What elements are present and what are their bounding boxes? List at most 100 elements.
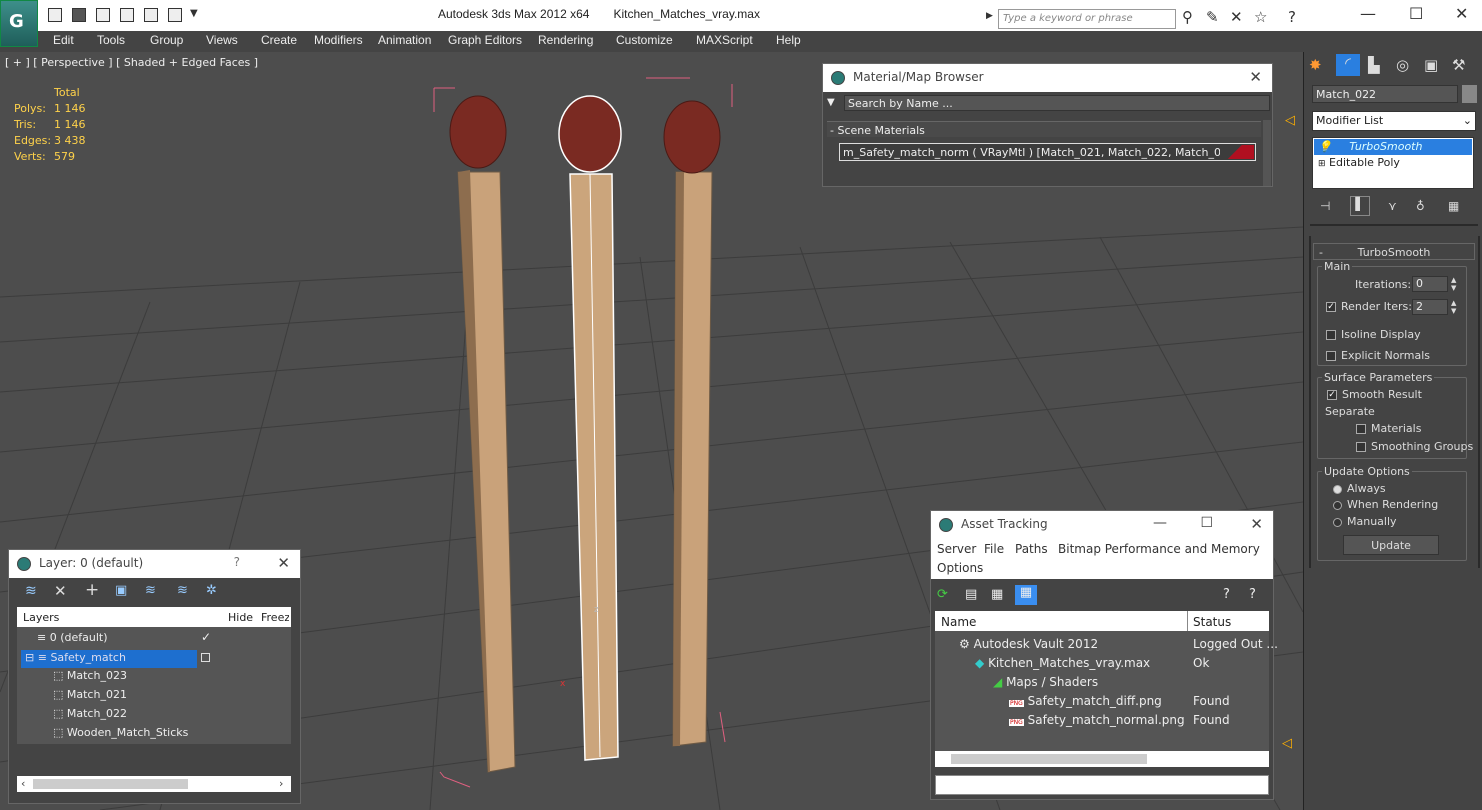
save-icon[interactable] [72, 8, 86, 22]
close-icon[interactable]: ✕ [1249, 68, 1262, 86]
new-layer-icon[interactable]: ≋ [25, 583, 37, 599]
create-tab-icon[interactable]: ✸ [1309, 56, 1322, 74]
motion-tab-icon[interactable]: ◎ [1396, 56, 1409, 74]
layer-row[interactable]: ≡ 0 (default) [37, 631, 108, 644]
material-search-input[interactable]: Search by Name ... [844, 95, 1270, 111]
menu-rendering[interactable]: Rendering [538, 33, 593, 47]
menu-customize[interactable]: Customize [616, 33, 673, 47]
table-view-icon[interactable]: ▦ [1015, 585, 1037, 605]
menu-graph-editors[interactable]: Graph Editors [448, 33, 522, 47]
render-iters-spinner[interactable]: 2 [1412, 299, 1448, 315]
current-layer-icon[interactable] [201, 653, 210, 662]
minimize-button[interactable]: — [1153, 515, 1167, 531]
when-rendering-radio[interactable] [1333, 500, 1342, 510]
refresh-icon[interactable]: ⟳ [937, 587, 948, 602]
scrollbar[interactable] [1263, 120, 1271, 186]
materials-checkbox[interactable] [1356, 424, 1366, 434]
open-icon[interactable] [48, 8, 62, 22]
explicit-normals-row[interactable]: Explicit Normals [1326, 349, 1430, 362]
menu-icon[interactable]: ▼ [827, 97, 835, 108]
wrench-icon[interactable]: ✎ [1206, 8, 1219, 26]
viewport-label[interactable]: [ + ] [ Perspective ] [ Shaded + Edged F… [5, 56, 258, 69]
layer-row-selected[interactable]: ⊟ ≡ Safety_match [21, 650, 197, 668]
materials-row[interactable]: Materials [1356, 422, 1421, 435]
scroll-left-icon[interactable]: ‹ [21, 777, 25, 790]
asset-path-field[interactable] [935, 775, 1269, 795]
menu-tools[interactable]: Tools [97, 33, 125, 47]
menu-options[interactable]: Options [937, 561, 983, 575]
smoothing-groups-checkbox[interactable] [1356, 442, 1366, 452]
rollout-turbosmooth[interactable]: - TurboSmooth [1313, 243, 1475, 260]
layer-row[interactable]: ⬚ Match_022 [53, 707, 127, 720]
menu-help[interactable]: Help [776, 33, 801, 47]
asset-row[interactable]: ◢ Maps / Shaders [993, 675, 1098, 689]
spinner-arrows-icon[interactable]: ▲ ▼ [1451, 299, 1456, 315]
maximize-button[interactable]: ☐ [1409, 4, 1423, 23]
render-iters-checkbox[interactable]: ✓ [1326, 302, 1336, 312]
freeze-all-icon[interactable]: ✲ [206, 583, 217, 598]
close-icon[interactable]: ✕ [277, 554, 290, 572]
col-layers[interactable]: Layers [23, 611, 59, 624]
modify-tab-icon[interactable]: ◜ [1336, 54, 1360, 76]
smooth-result-row[interactable]: ✓ Smooth Result [1327, 388, 1422, 401]
material-entry[interactable]: m_Safety_match_norm ( VRayMtl ) [Match_0… [839, 143, 1256, 161]
pin-stack-icon[interactable]: ⊣ [1320, 199, 1330, 213]
menu-file[interactable]: File [984, 542, 1004, 556]
scene-materials-header[interactable]: - Scene Materials [827, 121, 1261, 137]
scrollbar-thumb[interactable] [33, 779, 188, 789]
expand-icon[interactable]: ▶ [986, 11, 993, 21]
modifier-list-dropdown[interactable]: Modifier List ⌄ [1312, 111, 1476, 131]
help-icon[interactable]: ? [1288, 8, 1296, 26]
col-freeze[interactable]: Freeze [261, 611, 289, 624]
stack-item-editable-poly[interactable]: ⊞ Editable Poly [1318, 156, 1400, 169]
make-unique-icon[interactable]: ⋎ [1388, 199, 1397, 213]
add-to-layer-icon[interactable]: + [85, 580, 99, 600]
manually-row[interactable]: Manually [1333, 515, 1397, 528]
render-iters-row[interactable]: ✓ Render Iters: [1326, 300, 1412, 313]
menu-modifiers[interactable]: Modifiers [314, 33, 363, 47]
hierarchy-tab-icon[interactable]: ▙ [1368, 56, 1380, 74]
scroll-right-icon[interactable]: › [279, 777, 283, 790]
col-status[interactable]: Status [1193, 615, 1231, 629]
menu-animation[interactable]: Animation [378, 33, 431, 47]
explicit-normals-checkbox[interactable] [1326, 351, 1336, 361]
display-tab-icon[interactable]: ▣ [1424, 56, 1438, 74]
show-end-result-icon[interactable]: ▌ [1350, 196, 1370, 216]
isoline-row[interactable]: Isoline Display [1326, 328, 1421, 341]
asset-row[interactable]: ⚙ Autodesk Vault 2012 [959, 637, 1098, 651]
menu-bitmap[interactable]: Bitmap Performance and Memory [1058, 542, 1260, 556]
menu-paths[interactable]: Paths [1015, 542, 1048, 556]
menu-views[interactable]: Views [206, 33, 238, 47]
binoculars-icon[interactable]: ⚲ [1182, 8, 1193, 26]
delete-layer-icon[interactable]: ✕ [54, 582, 67, 600]
always-row[interactable]: Always [1333, 482, 1386, 495]
configure-sets-icon[interactable]: ▦ [1448, 199, 1459, 213]
remove-modifier-icon[interactable]: ♁ [1416, 199, 1425, 213]
menu-create[interactable]: Create [261, 33, 297, 47]
utilities-tab-icon[interactable]: ⚒ [1452, 56, 1465, 74]
asset-row[interactable]: PNG Safety_match_diff.png [1009, 694, 1162, 708]
app-logo-button[interactable]: G [0, 0, 38, 47]
hold-icon[interactable] [120, 8, 134, 22]
when-rendering-row[interactable]: When Rendering [1333, 498, 1438, 511]
search-input[interactable]: Type a keyword or phrase [998, 9, 1176, 29]
smooth-result-checkbox[interactable]: ✓ [1327, 390, 1337, 400]
vault-help-icon[interactable]: ? [1223, 587, 1230, 602]
always-radio[interactable] [1333, 484, 1342, 494]
spinner-arrows-icon[interactable]: ▲ ▼ [1451, 276, 1456, 292]
update-button[interactable]: Update [1343, 535, 1439, 555]
help-icon[interactable]: ? [1249, 587, 1256, 602]
iterations-spinner[interactable]: 0 [1412, 276, 1448, 292]
asset-row[interactable]: PNG Safety_match_normal.png [1009, 713, 1185, 727]
tools-icon[interactable]: ✕ [1230, 8, 1243, 26]
object-name-field[interactable]: Match_022 [1312, 85, 1458, 103]
menu-group[interactable]: Group [150, 33, 183, 47]
col-hide[interactable]: Hide [228, 611, 253, 624]
smoothing-groups-row[interactable]: Smoothing Groups [1356, 440, 1473, 453]
star-icon[interactable]: ☆ [1254, 8, 1267, 26]
maximize-button[interactable]: ☐ [1200, 515, 1213, 531]
stack-item-turbosmooth[interactable]: 💡 TurboSmooth [1314, 139, 1472, 155]
new-icon[interactable] [96, 8, 110, 22]
asset-row[interactable]: ◆ Kitchen_Matches_vray.max [975, 656, 1150, 670]
menu-edit[interactable]: Edit [53, 33, 74, 47]
